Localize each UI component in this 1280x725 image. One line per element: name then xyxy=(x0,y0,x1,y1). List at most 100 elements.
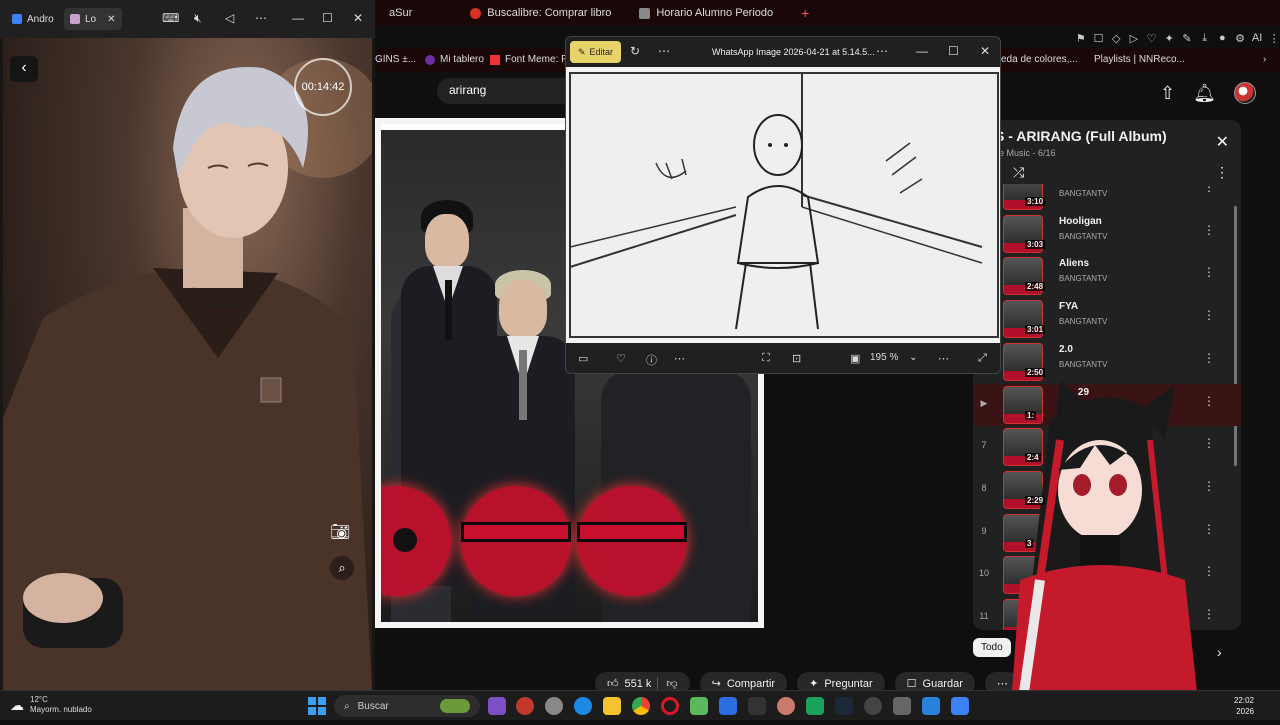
back-button[interactable]: ‹ xyxy=(10,56,38,82)
zoom-search-icon[interactable]: ⌕ xyxy=(330,556,354,580)
sketch-image[interactable] xyxy=(566,67,1000,343)
app-icon[interactable] xyxy=(719,697,737,715)
more-icon[interactable]: ⋯ xyxy=(938,352,949,365)
puzzle-icon[interactable]: ✦ xyxy=(1163,32,1175,45)
app-icon[interactable] xyxy=(516,697,534,715)
bookmark-item[interactable]: eda de colores,... xyxy=(1001,54,1078,65)
app-icon[interactable] xyxy=(922,697,940,715)
emulator-tab-active[interactable]: Lo ✕ xyxy=(64,8,122,30)
playlist-item[interactable]: 2:50 2.0 BANGTANTV ⋮ xyxy=(973,341,1241,383)
ai-button[interactable]: AI xyxy=(1252,32,1262,44)
upload-icon[interactable]: ⇧ xyxy=(1160,83,1175,104)
camera-icon[interactable]: 📷︎ xyxy=(330,522,350,542)
duration-badge: 3:03 xyxy=(1025,239,1046,249)
thumbs-down-icon[interactable]: 👎︎ xyxy=(657,677,678,690)
new-tab-button[interactable]: + xyxy=(787,0,823,26)
app-icon[interactable] xyxy=(748,697,766,715)
edit-button[interactable]: ✎ Editar xyxy=(570,41,622,63)
bookmarks-overflow-icon[interactable]: › xyxy=(1263,54,1266,65)
close-icon[interactable]: ✕ xyxy=(1216,132,1229,152)
minimize-icon[interactable]: — xyxy=(916,44,928,58)
weather-condition: Mayorm. nublado xyxy=(30,705,92,714)
rotate-icon[interactable]: ↻ xyxy=(630,44,640,58)
playlist-item[interactable]: 2:48 Aliens BANGTANTV ⋮ xyxy=(973,255,1241,297)
menu-icon[interactable]: ⋮ xyxy=(1268,32,1280,45)
info-icon[interactable]: ⓘ xyxy=(646,352,657,368)
favorite-heart-icon[interactable]: ♡ xyxy=(616,352,626,365)
browser-tab-buscalibre[interactable]: Buscalibre: Comprar libro xyxy=(456,0,625,26)
extension-icon[interactable]: ⚑ xyxy=(1075,32,1087,45)
windows-start-icon[interactable] xyxy=(308,697,326,715)
playlist-item[interactable]: 3:03 Hooligan BANGTANTV ⋮ xyxy=(973,213,1241,255)
fit-window-icon[interactable]: ▣ xyxy=(850,352,860,365)
bookmark-item[interactable]: GINS ±... xyxy=(375,54,416,65)
browser-tab-horario[interactable]: Horario Alumno Periodo xyxy=(625,0,787,26)
steam-icon[interactable] xyxy=(835,697,853,715)
notifications-bell-icon[interactable]: 🔔︎ xyxy=(1193,83,1216,104)
keyboard-icon[interactable]: ⌨ xyxy=(162,11,179,25)
taskbar-search-input[interactable]: ⌕ Buscar xyxy=(334,695,480,717)
app-icon[interactable] xyxy=(777,697,795,715)
fit-screen-icon[interactable]: ⛶ xyxy=(762,352,770,365)
playlist-item[interactable]: 3:01 FYA BANGTANTV ⋮ xyxy=(973,298,1241,340)
close-tab-icon[interactable]: ✕ xyxy=(107,14,115,25)
settings-icon[interactable]: ⚙ xyxy=(1234,32,1246,45)
more-vert-icon[interactable]: ⋮ xyxy=(1203,184,1215,194)
profile-icon[interactable]: ● xyxy=(1217,32,1229,44)
more-vert-icon[interactable]: ⋮ xyxy=(1203,308,1215,322)
emulator-tab[interactable]: Andro xyxy=(6,8,60,30)
playlist-item-channel: BANGTANTV xyxy=(1059,359,1108,369)
play-icon[interactable]: ▷ xyxy=(1128,32,1140,45)
game-screen[interactable] xyxy=(3,38,372,690)
filmstrip-icon[interactable]: ▭ xyxy=(578,352,588,365)
more-icon[interactable]: ⋯ xyxy=(658,44,670,58)
app-icon[interactable] xyxy=(893,697,911,715)
download-icon[interactable]: ⤓ xyxy=(1199,32,1211,45)
shuffle-icon[interactable]: ⤮ xyxy=(1013,164,1024,181)
more-vert-icon[interactable]: ⋮ xyxy=(1203,265,1215,279)
playlist-item[interactable]: 3:10 BANGTANTV ⋮ xyxy=(973,184,1241,212)
weather-widget[interactable]: ☁ 12°C Mayorm. nublado xyxy=(10,695,92,715)
close-icon[interactable]: ✕ xyxy=(353,11,363,25)
share-icon: ↪ xyxy=(711,678,721,690)
avatar[interactable] xyxy=(1233,82,1256,104)
copilot-app-icon[interactable] xyxy=(488,697,506,715)
viewer-title-bar: ✎ Editar ↻ ⋯ WhatsApp Image 2026-04-21 a… xyxy=(566,37,1000,67)
playlist-item-channel: BANGTANTV xyxy=(1059,274,1108,284)
fullscreen-icon[interactable]: ⤢ xyxy=(978,352,987,365)
close-icon[interactable]: ✕ xyxy=(980,44,990,58)
maximize-icon[interactable]: ☐ xyxy=(322,11,333,25)
bookmark-item[interactable]: Playlists | NNReco... xyxy=(1094,54,1185,65)
back-triangle-icon[interactable]: ◁ xyxy=(225,11,234,25)
app-icon[interactable] xyxy=(864,697,882,715)
mute-icon[interactable]: 🔇︎ xyxy=(194,11,202,26)
more-vert-icon[interactable]: ⋮ xyxy=(1203,223,1215,237)
taskbar-clock[interactable]: 22:02 2026 xyxy=(1226,695,1254,717)
playlist-menu-icon[interactable]: ⋮ xyxy=(1215,164,1229,181)
playlist-item-title: 2.0 xyxy=(1059,343,1073,355)
app-icon[interactable] xyxy=(545,697,563,715)
app-icon[interactable] xyxy=(690,697,708,715)
file-explorer-icon[interactable] xyxy=(603,697,621,715)
opera-browser-icon[interactable] xyxy=(661,697,679,715)
heart-icon[interactable]: ♡ xyxy=(1146,32,1158,45)
minimize-icon[interactable]: — xyxy=(292,11,304,25)
bookmark-icon[interactable]: ☐ xyxy=(1093,32,1105,45)
actual-size-icon[interactable]: ⊡ xyxy=(792,352,801,365)
more-icon[interactable]: ⋯ xyxy=(876,44,888,58)
translate-icon[interactable]: ◇ xyxy=(1110,32,1122,45)
more-icon[interactable]: ⋯ xyxy=(674,352,685,365)
app-icon[interactable] xyxy=(806,697,824,715)
more-vert-icon[interactable]: ⋮ xyxy=(1203,351,1215,365)
chrome-browser-icon[interactable] xyxy=(632,697,650,715)
playlist-title[interactable]: S - ARIRANG (Full Album) xyxy=(995,128,1167,144)
app-icon[interactable] xyxy=(951,697,969,715)
bookmark-item[interactable]: Mi tablero xyxy=(425,54,484,65)
maximize-icon[interactable]: ☐ xyxy=(948,44,959,58)
edit-icon[interactable]: ✎ xyxy=(1181,32,1193,45)
browser-tab-asur[interactable]: aSur xyxy=(375,0,426,26)
zoom-level-select[interactable]: 195 % ⌄ xyxy=(870,352,918,363)
duration-badge: 2:50 xyxy=(1025,367,1046,377)
more-icon[interactable]: ⋯ xyxy=(255,11,267,25)
edge-browser-icon[interactable] xyxy=(574,697,592,715)
